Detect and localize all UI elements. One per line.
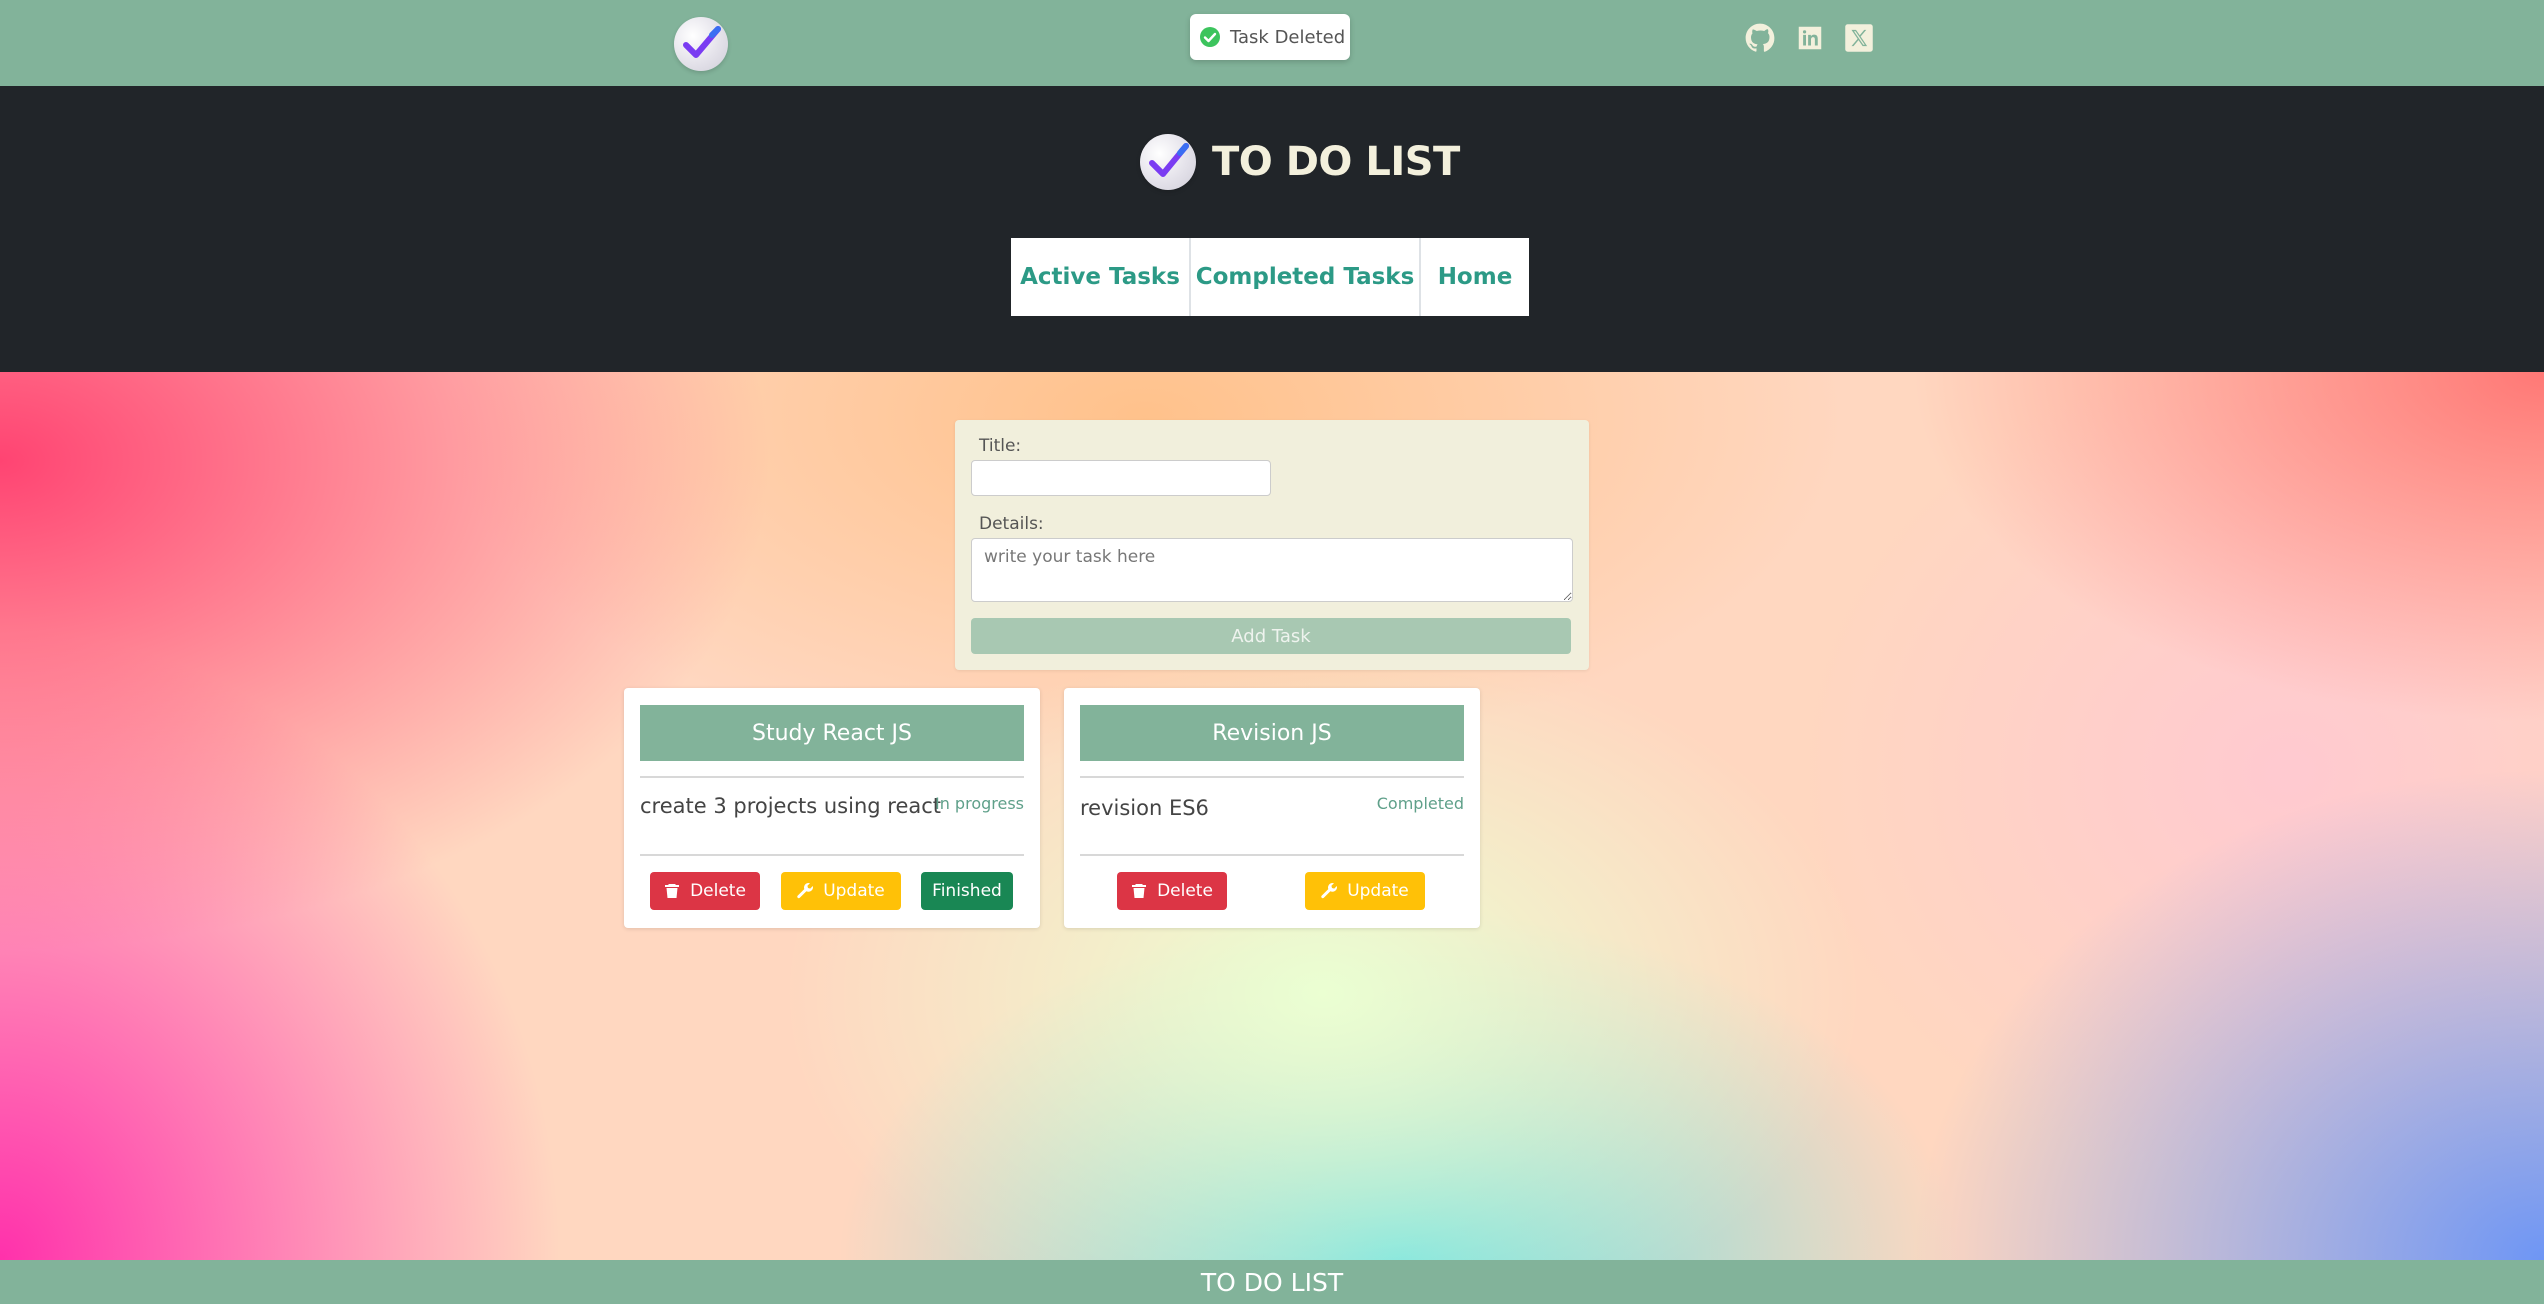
top-bar: Task Deleted xyxy=(0,0,2544,86)
details-label: Details: xyxy=(979,514,1044,534)
toast-notification: Task Deleted xyxy=(1190,14,1350,60)
task-status: Completed xyxy=(1376,794,1464,813)
check-circle-icon xyxy=(1200,27,1220,47)
wrench-icon xyxy=(797,883,814,899)
task-card: Revision JS revision ES6 Completed Delet… xyxy=(1064,688,1480,928)
update-label: Update xyxy=(823,881,885,901)
checkmark-logo-icon xyxy=(1140,134,1196,190)
checkmark-logo-icon[interactable] xyxy=(674,17,728,71)
nav-active-tasks[interactable]: Active Tasks xyxy=(1011,238,1191,316)
update-button[interactable]: Update xyxy=(1305,872,1425,910)
trash-icon xyxy=(665,884,680,898)
task-details: revision ES6 xyxy=(1080,796,1209,820)
task-title-bar: Revision JS xyxy=(1080,705,1464,761)
finished-label: Finished xyxy=(932,881,1002,901)
footer-title: TO DO LIST xyxy=(1200,1267,1344,1297)
divider xyxy=(640,854,1024,856)
linkedin-icon[interactable] xyxy=(1794,22,1826,54)
divider xyxy=(1080,854,1464,856)
divider xyxy=(640,776,1024,778)
delete-button[interactable]: Delete xyxy=(650,872,760,910)
footer: TO DO LIST xyxy=(0,1260,2544,1304)
delete-button[interactable]: Delete xyxy=(1117,872,1227,910)
nav-home[interactable]: Home xyxy=(1421,238,1529,316)
divider xyxy=(1080,776,1464,778)
task-title: Study React JS xyxy=(752,720,912,746)
app-header: TO DO LIST Active Tasks Completed Tasks … xyxy=(0,86,2544,372)
title-input[interactable] xyxy=(971,460,1271,496)
delete-label: Delete xyxy=(690,881,746,901)
wrench-icon xyxy=(1321,883,1338,899)
delete-label: Delete xyxy=(1157,881,1213,901)
finished-button[interactable]: Finished xyxy=(921,872,1013,910)
github-icon[interactable] xyxy=(1744,22,1776,54)
toast-message: Task Deleted xyxy=(1230,26,1346,48)
x-twitter-icon[interactable] xyxy=(1843,22,1875,54)
app-title: TO DO LIST xyxy=(1212,139,1460,185)
details-textarea[interactable] xyxy=(971,538,1573,602)
task-card: Study React JS create 3 projects using r… xyxy=(624,688,1040,928)
nav-completed-tasks[interactable]: Completed Tasks xyxy=(1191,238,1421,316)
main-nav: Active Tasks Completed Tasks Home xyxy=(1011,238,1529,316)
update-button[interactable]: Update xyxy=(781,872,901,910)
task-status: In progress xyxy=(934,794,1024,813)
title-label: Title: xyxy=(979,436,1022,456)
task-title-bar: Study React JS xyxy=(640,705,1024,761)
update-label: Update xyxy=(1347,881,1409,901)
add-task-button[interactable]: Add Task xyxy=(971,618,1571,654)
task-title: Revision JS xyxy=(1212,720,1332,746)
add-task-form: Title: Details: Add Task xyxy=(955,420,1589,670)
task-details: create 3 projects using react xyxy=(640,794,942,818)
trash-icon xyxy=(1132,884,1147,898)
